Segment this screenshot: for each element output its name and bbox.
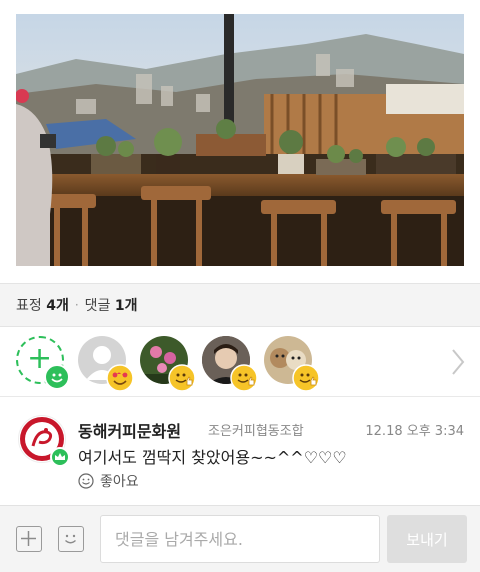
- like-label: 좋아요: [100, 474, 139, 490]
- reactor-avatar[interactable]: [78, 336, 134, 392]
- comment-author-subtitle: 조은커피협동조합: [208, 424, 304, 439]
- add-reaction-button[interactable]: +: [16, 336, 70, 390]
- chevron-right-icon[interactable]: [450, 347, 466, 377]
- comment-item: 동해커피문화원 조은커피협동조합 12.18 오후 3:34 여기서도 껌딱지 …: [0, 397, 480, 505]
- post-photo[interactable]: [16, 14, 464, 266]
- reactor-avatar[interactable]: [140, 336, 196, 392]
- attach-plus-button[interactable]: [16, 526, 42, 552]
- send-button[interactable]: 보내기: [387, 515, 467, 563]
- reaction-summary: 표정 4개 · 댓글 1개: [0, 283, 480, 327]
- crown-icon: [50, 447, 70, 467]
- emoticon-button[interactable]: [58, 526, 84, 552]
- summary-separator: ·: [74, 298, 79, 312]
- heart-eyes-emoji-icon: [106, 364, 134, 392]
- comment-author-name[interactable]: 동해커피문화원: [78, 418, 181, 442]
- thumbs-up-emoji-icon: [230, 364, 258, 392]
- comment-input-bar: 보내기: [0, 505, 480, 572]
- comment-author-avatar[interactable]: [18, 415, 70, 467]
- comments-label: 댓글: [84, 298, 111, 314]
- thumbs-up-emoji-icon: [292, 364, 320, 392]
- reactions-label: 표정: [16, 298, 42, 314]
- comment-timestamp: 12.18 오후 3:34: [365, 424, 464, 439]
- reactor-avatar[interactable]: [264, 336, 320, 392]
- smile-icon: [65, 534, 76, 544]
- thumbs-up-emoji-icon: [168, 364, 196, 392]
- reactors-row: +: [0, 327, 480, 397]
- reactions-count[interactable]: 4개: [46, 295, 69, 315]
- smile-outline-icon: [78, 473, 94, 489]
- like-button[interactable]: 좋아요: [78, 471, 139, 491]
- comment-input[interactable]: [100, 515, 380, 563]
- plus-icon: [21, 531, 36, 546]
- smile-icon: [44, 364, 70, 390]
- comment-text: 여기서도 껌딱지 찾았어용~~^^♡♡♡: [78, 448, 347, 467]
- post-photo-area: [0, 0, 480, 283]
- reactor-avatar[interactable]: [202, 336, 258, 392]
- comments-count[interactable]: 1개: [115, 295, 138, 315]
